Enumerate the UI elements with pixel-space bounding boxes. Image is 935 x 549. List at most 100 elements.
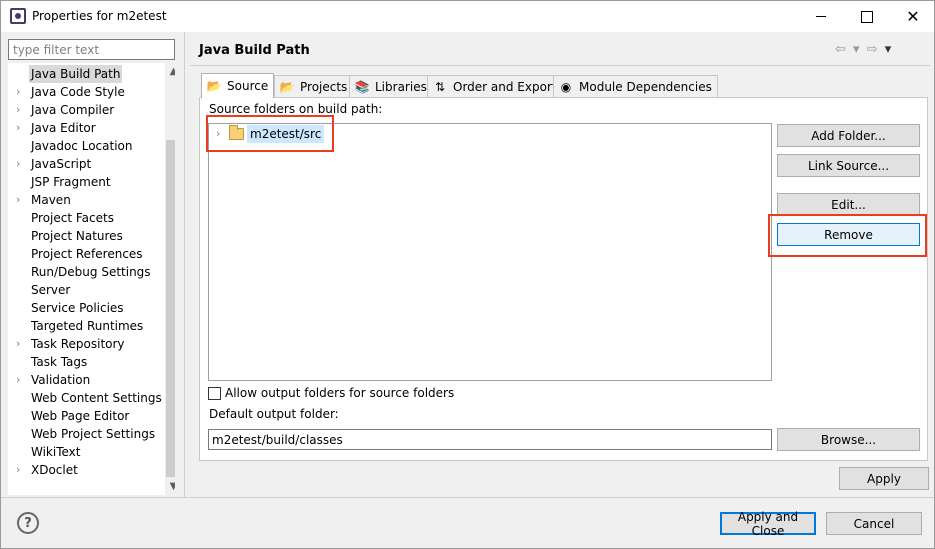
tree-item-label: Java Compiler [31, 103, 115, 117]
tree-item-project-references[interactable]: Project References [8, 245, 158, 263]
tree-item-validation[interactable]: › Validation [8, 371, 158, 389]
tree-item-web-content-settings[interactable]: Web Content Settings [8, 389, 162, 407]
tree-item-jsp-fragment[interactable]: JSP Fragment [8, 173, 158, 191]
minimize-button[interactable] [798, 1, 844, 32]
header-separator [190, 65, 930, 66]
filter-input[interactable] [8, 39, 175, 60]
browse-button[interactable]: Browse... [777, 428, 920, 451]
expand-chevron-icon[interactable]: › [16, 119, 26, 137]
page-nav: ⇦ ▾ ⇨ ▾ [835, 42, 894, 57]
tree-item-maven[interactable]: › Maven [8, 191, 158, 209]
eclipse-app-icon [10, 8, 26, 24]
tree-item-run-debug-settings[interactable]: Run/Debug Settings [8, 263, 158, 281]
back-arrow-icon[interactable]: ⇦ [835, 42, 846, 57]
tree-item-label: Validation [31, 373, 91, 387]
tree-item-task-repository[interactable]: › Task Repository [8, 335, 158, 353]
tree-item-web-page-editor[interactable]: Web Page Editor [8, 407, 158, 425]
tree-item-project-facets[interactable]: Project Facets [8, 209, 158, 227]
tree-item-label: Project References [31, 247, 143, 261]
tab-libraries[interactable]: 📚 Libraries [349, 75, 433, 97]
projects-icon: 📂 [279, 79, 295, 94]
expand-chevron-icon[interactable]: › [16, 83, 26, 101]
tree-item-label: Targeted Runtimes [31, 319, 144, 333]
tree-item-task-tags[interactable]: Task Tags [8, 353, 158, 371]
tree-item-label: Maven [31, 193, 71, 207]
tab-label: Projects [300, 79, 348, 94]
allow-output-folders-label: Allow output folders for source folders [225, 386, 455, 400]
remove-button-highlight [768, 214, 927, 257]
tree-item-label: JavaScript [31, 157, 92, 171]
link-source-button[interactable]: Link Source... [777, 154, 920, 177]
apply-button[interactable]: Apply [839, 467, 929, 490]
add-folder-button[interactable]: Add Folder... [777, 124, 920, 147]
tree-item-label: Web Project Settings [31, 427, 156, 441]
tree-item-javascript[interactable]: › JavaScript [8, 155, 158, 173]
expand-chevron-icon[interactable]: › [16, 191, 26, 209]
expand-chevron-icon[interactable]: › [16, 371, 26, 389]
tree-item-wikitext[interactable]: WikiText [8, 443, 158, 461]
expand-chevron-icon[interactable]: › [16, 155, 26, 173]
window-title: Properties for m2etest [32, 9, 167, 23]
panel-divider[interactable] [184, 32, 185, 497]
forward-arrow-icon[interactable]: ⇨ [867, 42, 878, 57]
default-output-label: Default output folder: [209, 407, 339, 421]
tree-item-java-compiler[interactable]: › Java Compiler [8, 101, 158, 119]
expand-chevron-icon[interactable]: › [16, 461, 26, 479]
close-button[interactable]: ✕ [890, 1, 935, 32]
tree-item-label: Project Facets [31, 211, 114, 225]
cancel-button[interactable]: Cancel [826, 512, 922, 535]
tree-item-javadoc-location[interactable]: Javadoc Location [8, 137, 158, 155]
tab-label: Libraries [375, 79, 427, 94]
maximize-button[interactable] [844, 1, 890, 32]
page-title: Java Build Path [199, 43, 310, 58]
tree-item-label: Web Page Editor [31, 409, 130, 423]
title-bar: Properties for m2etest ✕ [1, 1, 934, 32]
view-menu-icon[interactable]: ▾ [885, 42, 892, 57]
source-folder-highlight [206, 115, 334, 152]
source-folder-icon: 📂 [206, 79, 222, 93]
tree-item-label: Run/Debug Settings [31, 265, 151, 279]
scroll-down-arrow-icon[interactable]: ▼ [165, 478, 175, 495]
tab-source[interactable]: 📂 Source [201, 73, 275, 98]
property-tree: Java Build Path › Java Code Style › Java Com… [8, 63, 175, 495]
tree-item-java-code-style[interactable]: › Java Code Style [8, 83, 158, 101]
tree-item-label: Task Tags [31, 355, 88, 369]
tree-item-targeted-runtimes[interactable]: Targeted Runtimes [8, 317, 158, 335]
tree-item-label: Java Code Style [31, 85, 125, 99]
source-folders-label: Source folders on build path: [209, 102, 383, 116]
tree-item-project-natures[interactable]: Project Natures [8, 227, 158, 245]
properties-dialog: Properties for m2etest ✕ Java Build Path… [0, 0, 935, 549]
scroll-up-arrow-icon[interactable]: ▲ [165, 63, 175, 80]
tree-item-web-project-settings[interactable]: Web Project Settings [8, 425, 158, 443]
dropdown-icon[interactable]: ▾ [853, 42, 860, 57]
footer-separator [1, 497, 934, 498]
tree-item-xdoclet[interactable]: › XDoclet [8, 461, 158, 479]
module-icon: ◉ [560, 79, 572, 94]
source-folders-tree[interactable] [208, 123, 772, 381]
tree-item-label: Web Content Settings [31, 391, 162, 405]
tab-label: Module Dependencies [579, 79, 712, 94]
tree-item-java-editor[interactable]: › Java Editor [8, 119, 158, 137]
tab-order-and-export[interactable]: ⇅ Order and Export [427, 75, 563, 97]
tab-module-dependencies[interactable]: ◉ Module Dependencies [553, 75, 718, 97]
tree-item-service-policies[interactable]: Service Policies [8, 299, 158, 317]
expand-chevron-icon[interactable]: › [16, 335, 26, 353]
tree-item-server[interactable]: Server [8, 281, 158, 299]
tree-item-java-build-path[interactable]: Java Build Path [8, 65, 158, 83]
tree-item-label: Service Policies [31, 301, 124, 315]
libraries-icon: 📚 [354, 79, 370, 94]
edit-button[interactable]: Edit... [777, 193, 920, 216]
allow-output-folders-checkbox[interactable] [208, 387, 221, 400]
expand-chevron-icon[interactable]: › [16, 101, 26, 119]
tree-item-label: WikiText [31, 445, 81, 459]
tree-item-label: Java Build Path [29, 65, 123, 83]
scroll-thumb[interactable] [166, 140, 175, 477]
tab-label: Order and Export [453, 79, 557, 94]
tab-projects[interactable]: 📂 Projects [274, 75, 354, 97]
tree-scrollbar[interactable]: ▲ ▼ [165, 63, 175, 495]
tree-item-label: Project Natures [31, 229, 123, 243]
help-icon[interactable]: ? [17, 512, 39, 534]
apply-and-close-button[interactable]: Apply and Close [720, 510, 816, 538]
tree-item-label: Server [31, 283, 71, 297]
default-output-field[interactable] [208, 429, 772, 450]
